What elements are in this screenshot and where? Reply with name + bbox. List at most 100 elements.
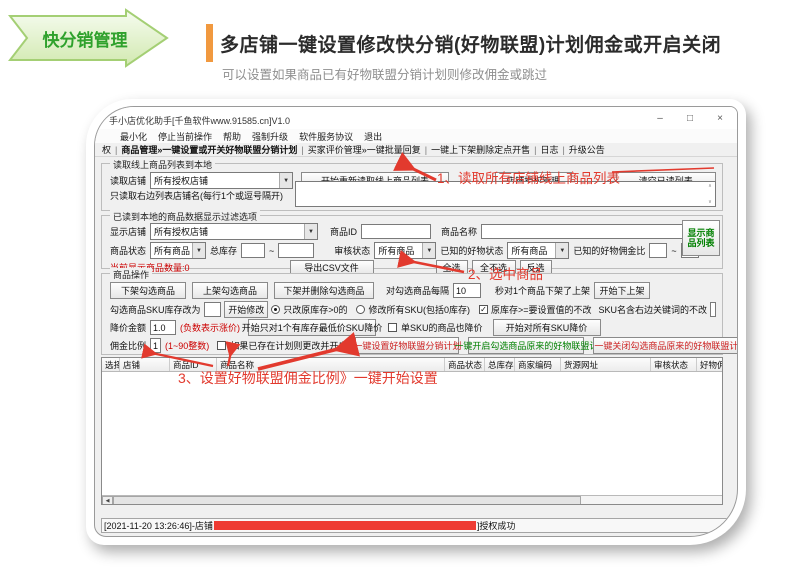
product-id-input[interactable] bbox=[361, 224, 431, 239]
page-subtitle: 可以设置如果商品已有好物联盟分销计划则修改佣金或跳过 bbox=[222, 64, 547, 83]
audit-status-label: 审核状态 bbox=[334, 244, 370, 257]
interval-input[interactable]: 10 bbox=[453, 283, 481, 298]
annotation-step1: 1、读取所有店铺线上商品列表 bbox=[437, 167, 620, 187]
show-shop-select[interactable]: 所有授权店铺 ▼ bbox=[150, 223, 318, 240]
known-commission-label: 已知的好物佣金比 bbox=[573, 244, 645, 257]
col-select[interactable]: 选择 bbox=[102, 358, 120, 371]
col-product-status[interactable]: 商品状态 bbox=[445, 358, 485, 371]
menu-bar: 最小化 停止当前操作 帮助 强制升级 软件服务协议 退出 bbox=[95, 129, 737, 143]
lower-all-sku-button[interactable]: 开始对所有SKU降价 bbox=[493, 319, 601, 336]
commission-min-input[interactable] bbox=[649, 243, 667, 258]
menu-minimize[interactable]: 最小化 bbox=[120, 130, 147, 143]
title-bar: 手小店优化助手[千鱼软件www.91585.cn]V1.0 – □ × bbox=[95, 107, 737, 129]
tab-product-management[interactable]: 商品管理»一键设置或开关好物联盟分销计划 bbox=[118, 143, 300, 156]
modify-stock-button[interactable]: 开始修改 bbox=[224, 301, 268, 318]
title-accent-bar bbox=[206, 24, 213, 62]
menu-service-agreement[interactable]: 软件服务协议 bbox=[299, 130, 353, 143]
group2-legend: 已读到本地的商品数据显示过滤选项 bbox=[110, 210, 260, 223]
commission-input[interactable]: 1 bbox=[150, 338, 161, 353]
col-source-url[interactable]: 货源网址 bbox=[561, 358, 651, 371]
textarea-scrollbar[interactable]: ∧ ∨ bbox=[705, 182, 715, 206]
minimize-button[interactable]: – bbox=[653, 113, 667, 124]
off-shelf-button[interactable]: 下架勾选商品 bbox=[110, 282, 186, 299]
total-stock-label: 总库存 bbox=[210, 244, 237, 257]
col-merchant-code[interactable]: 商家编码 bbox=[515, 358, 561, 371]
scrollbar-track[interactable] bbox=[581, 496, 722, 505]
chevron-down-icon[interactable]: ▼ bbox=[422, 243, 435, 258]
menu-force-upgrade[interactable]: 强制升级 bbox=[252, 130, 288, 143]
menu-stop-current[interactable]: 停止当前操作 bbox=[158, 130, 212, 143]
col-audit-status[interactable]: 审核状态 bbox=[651, 358, 697, 371]
show-product-list-button[interactable]: 显示商品列表 bbox=[682, 220, 720, 256]
sku-stock-input[interactable] bbox=[204, 302, 222, 317]
interval-suffix-label: 秒对1个商品下架了上架 bbox=[495, 284, 590, 297]
product-status-label: 商品状态 bbox=[110, 244, 146, 257]
open-alliance-plan-button[interactable]: 一键开启勾选商品原来的好物联盟计 bbox=[468, 337, 584, 354]
price-input[interactable]: 1.0 bbox=[150, 320, 176, 335]
scroll-down-icon[interactable]: ∨ bbox=[708, 199, 712, 205]
scroll-up-icon[interactable]: ∧ bbox=[708, 183, 712, 189]
known-state-value: 所有商品 bbox=[511, 244, 547, 257]
scroll-left-icon[interactable]: ◀ bbox=[102, 496, 113, 505]
group1-legend: 读取线上商品列表到本地 bbox=[110, 158, 215, 171]
close-button[interactable]: × bbox=[713, 113, 727, 124]
screenshot-frame: 手小店优化助手[千鱼软件www.91585.cn]V1.0 – □ × 最小化 … bbox=[86, 99, 746, 545]
app-window: 手小店优化助手[千鱼软件www.91585.cn]V1.0 – □ × 最小化 … bbox=[94, 106, 738, 537]
price-label: 降价金额 bbox=[110, 321, 146, 334]
page-title: 多店铺一键设置修改快分销(好物联盟)计划佣金或开启关闭 bbox=[220, 30, 721, 57]
sku-keyword-label: SKU名含右边关键词的不改 bbox=[598, 303, 707, 316]
tab-log[interactable]: 日志 bbox=[537, 143, 561, 156]
col-shop[interactable]: 店铺 bbox=[120, 358, 170, 371]
sku-stock-label: 勾选商品SKU库存改为 bbox=[110, 303, 201, 316]
checkbox-keep-greater[interactable]: ✓ bbox=[479, 305, 488, 314]
menu-help[interactable]: 帮助 bbox=[223, 130, 241, 143]
stock-max-input[interactable] bbox=[278, 243, 314, 258]
group-local-data-filter: 已读到本地的商品数据显示过滤选项 显示店铺 所有授权店铺 ▼ 商品ID 商品名称… bbox=[101, 215, 723, 269]
audit-status-select[interactable]: 所有商品 ▼ bbox=[374, 242, 436, 259]
audit-status-value: 所有商品 bbox=[378, 244, 414, 257]
known-state-select[interactable]: 所有商品 ▼ bbox=[507, 242, 569, 259]
sku-keyword-input[interactable] bbox=[710, 302, 716, 317]
commission-label: 佣金比例 bbox=[110, 339, 146, 352]
scrollbar-thumb[interactable] bbox=[113, 496, 581, 505]
chevron-down-icon[interactable]: ▼ bbox=[192, 243, 205, 258]
checkbox-exist-plan[interactable] bbox=[217, 341, 226, 350]
checkbox-exist-plan-label: 如果已存在计划则更改并开启 bbox=[230, 339, 347, 352]
commission-note: (1~90整数) bbox=[165, 339, 209, 352]
interval-label: 对勾选商品每隔 bbox=[386, 284, 449, 297]
annotation-step2: 2、选中商品 bbox=[468, 263, 543, 283]
radio-all-sku[interactable] bbox=[356, 305, 365, 314]
start-updown-button[interactable]: 开始下上架 bbox=[594, 282, 650, 299]
product-status-select[interactable]: 所有商品 ▼ bbox=[150, 242, 206, 259]
product-name-input[interactable] bbox=[481, 224, 699, 239]
radio-all-sku-label: 修改所有SKU(包括0库存) bbox=[368, 303, 470, 316]
annotation-step3: 3、设置好物联盟佣金比例》一键开始设置 bbox=[178, 368, 438, 388]
tab-onoff-shelf[interactable]: 一键上下架删除定点开售 bbox=[428, 143, 533, 156]
checkbox-single-sku[interactable] bbox=[388, 323, 397, 332]
known-state-label: 已知的好物状态 bbox=[440, 244, 503, 257]
chevron-down-icon[interactable]: ▼ bbox=[555, 243, 568, 258]
status-bar: [2021-11-20 13:26:46]-店铺 ]授权成功 bbox=[101, 518, 731, 533]
delete-selected-button[interactable]: 下架并删除勾选商品 bbox=[274, 282, 374, 299]
close-alliance-plan-button[interactable]: 一键关闭勾选商品原来的好物联盟计 bbox=[593, 337, 738, 354]
maximize-button[interactable]: □ bbox=[683, 113, 697, 124]
tab-review-management[interactable]: 买家评价管理»一键批量回复 bbox=[305, 143, 424, 156]
checkbox-single-sku-label: 单SKU的商品也降价 bbox=[401, 321, 483, 334]
menu-exit[interactable]: 退出 bbox=[364, 130, 382, 143]
checkbox-keep-greater-label: 原库存>=要设置值的不改 bbox=[491, 303, 592, 316]
col-alliance-commission[interactable]: 好物佣金比 bbox=[697, 358, 723, 371]
tab-upgrade-notice[interactable]: 升级公告 bbox=[566, 143, 608, 156]
radio-only-positive[interactable] bbox=[271, 305, 280, 314]
tilde-separator: ~ bbox=[671, 246, 676, 256]
stock-min-input[interactable] bbox=[241, 243, 265, 258]
lower-lowest-sku-button[interactable]: 开始只对1个有库存最低价SKU降价 bbox=[248, 319, 376, 336]
chevron-down-icon[interactable]: ▼ bbox=[304, 224, 317, 239]
set-alliance-plan-button[interactable]: 一键设置好物联盟分销计划 bbox=[355, 337, 459, 354]
on-shelf-button[interactable]: 上架勾选商品 bbox=[192, 282, 268, 299]
horizontal-scrollbar[interactable]: ◀ bbox=[102, 495, 722, 505]
tab-auth-partial[interactable]: 权 bbox=[99, 143, 114, 156]
show-shop-label: 显示店铺 bbox=[110, 225, 146, 238]
product-id-label: 商品ID bbox=[330, 225, 357, 238]
col-total-stock[interactable]: 总库存 bbox=[485, 358, 515, 371]
window-title: 手小店优化助手[千鱼软件www.91585.cn]V1.0 bbox=[109, 114, 290, 127]
